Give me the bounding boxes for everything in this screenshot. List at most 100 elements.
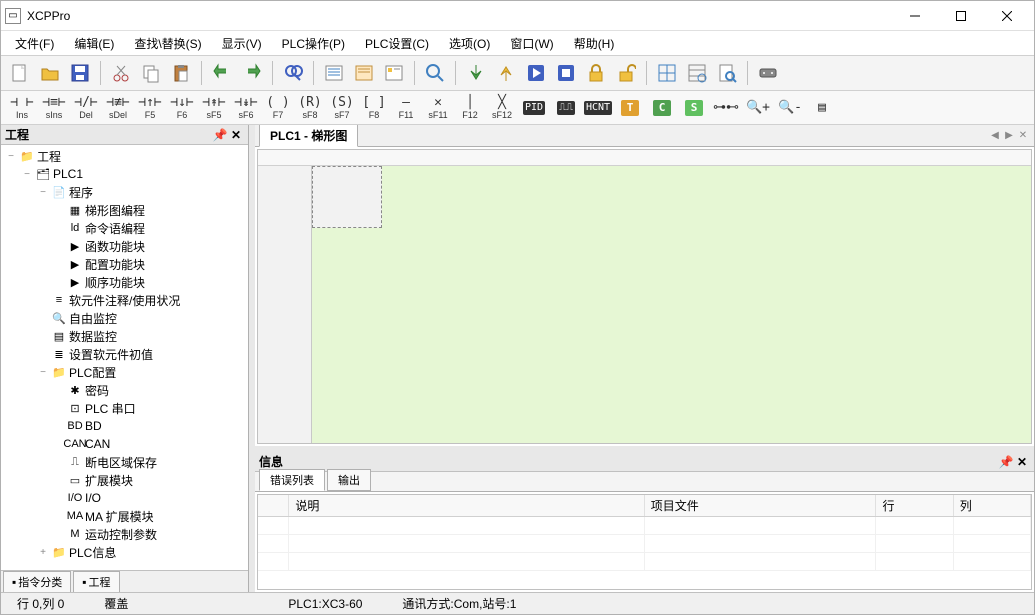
ladder-cursor[interactable] bbox=[312, 166, 382, 228]
save-file-button[interactable] bbox=[67, 60, 93, 86]
maximize-button[interactable] bbox=[938, 2, 984, 30]
tree-node[interactable]: −📁PLC配置 bbox=[1, 363, 248, 381]
tree-toggle-icon[interactable]: − bbox=[5, 151, 17, 162]
info-grid[interactable]: 说明项目文件行列 bbox=[257, 494, 1032, 590]
undo-button[interactable] bbox=[209, 60, 235, 86]
coil-button[interactable]: ( )F7 bbox=[263, 93, 293, 123]
open-file-button[interactable] bbox=[37, 60, 63, 86]
close-button[interactable] bbox=[984, 2, 1030, 30]
ladder-editor[interactable] bbox=[257, 149, 1032, 444]
rising-s-button[interactable]: ⊣↟⊢sF5 bbox=[199, 93, 229, 123]
unlock-button[interactable] bbox=[613, 60, 639, 86]
menu-0[interactable]: 文件(F) bbox=[5, 33, 64, 54]
no-contact-button[interactable]: ⊣ ⊢Ins bbox=[7, 93, 37, 123]
zoom-tool-button[interactable] bbox=[422, 60, 448, 86]
info-close-icon[interactable]: ✕ bbox=[1014, 455, 1030, 469]
lock-button[interactable] bbox=[583, 60, 609, 86]
pulse-block-button[interactable]: ⎍⎍ bbox=[551, 93, 581, 123]
tree-node[interactable]: +📁PLC信息 bbox=[1, 543, 248, 561]
tree-toggle-icon[interactable]: − bbox=[37, 367, 49, 378]
menu-3[interactable]: 显示(V) bbox=[212, 33, 272, 54]
tab-prev-icon[interactable]: ◀ bbox=[988, 130, 1002, 141]
hcnt-block-button[interactable]: HCNT bbox=[583, 93, 613, 123]
tree-node[interactable]: MAMA 扩展模块 bbox=[1, 507, 248, 525]
info-col-3[interactable]: 行 bbox=[876, 495, 953, 517]
list2-button[interactable] bbox=[351, 60, 377, 86]
cut-button[interactable] bbox=[108, 60, 134, 86]
t-block-button[interactable]: T bbox=[615, 93, 645, 123]
tree-node[interactable]: M运动控制参数 bbox=[1, 525, 248, 543]
info-tab-0[interactable]: 错误列表 bbox=[259, 469, 325, 491]
zoom-out-button[interactable]: 🔍- bbox=[775, 93, 805, 123]
pin-icon[interactable]: 📌 bbox=[212, 128, 228, 142]
tree-node[interactable]: ✱密码 bbox=[1, 381, 248, 399]
download-button[interactable] bbox=[463, 60, 489, 86]
menu-2[interactable]: 查找\替换(S) bbox=[124, 33, 211, 54]
document-tab[interactable]: PLC1 - 梯形图 bbox=[259, 125, 358, 147]
pid-block-button[interactable]: PID bbox=[519, 93, 549, 123]
run-button[interactable] bbox=[523, 60, 549, 86]
reset-coil-button[interactable]: (R)sF8 bbox=[295, 93, 325, 123]
tree-node[interactable]: CANCAN bbox=[1, 435, 248, 453]
hline-del-button[interactable]: ✕sF11 bbox=[423, 93, 453, 123]
doc-view-button[interactable]: ▤ bbox=[807, 93, 837, 123]
device-button[interactable] bbox=[755, 60, 781, 86]
menu-8[interactable]: 帮助(H) bbox=[564, 33, 625, 54]
tree-node[interactable]: ⊡PLC 串口 bbox=[1, 399, 248, 417]
info-tab-1[interactable]: 输出 bbox=[327, 469, 371, 491]
tree-node[interactable]: ⎍断电区域保存 bbox=[1, 453, 248, 471]
table-row[interactable] bbox=[258, 553, 1031, 571]
tree-node[interactable]: ≡软元件注释/使用状况 bbox=[1, 291, 248, 309]
tree-node[interactable]: −📄程序 bbox=[1, 183, 248, 201]
grid2-button[interactable] bbox=[684, 60, 710, 86]
upload-button[interactable] bbox=[493, 60, 519, 86]
tree-node[interactable]: ▶顺序功能块 bbox=[1, 273, 248, 291]
info-col-0[interactable] bbox=[258, 495, 289, 517]
tree-node[interactable]: −🗂PLC1 bbox=[1, 165, 248, 183]
tree-node[interactable]: ▭扩展模块 bbox=[1, 471, 248, 489]
copy-button[interactable] bbox=[138, 60, 164, 86]
func-button[interactable]: [ ]F8 bbox=[359, 93, 389, 123]
tree-node[interactable]: ld命令语编程 bbox=[1, 219, 248, 237]
table-row[interactable] bbox=[258, 535, 1031, 553]
vline-button[interactable]: │F12 bbox=[455, 93, 485, 123]
hline-button[interactable]: —F11 bbox=[391, 93, 421, 123]
tree-node[interactable]: ▤数据监控 bbox=[1, 327, 248, 345]
tab-next-icon[interactable]: ▶ bbox=[1002, 130, 1016, 141]
menu-6[interactable]: 选项(O) bbox=[439, 33, 500, 54]
tree-toggle-icon[interactable]: − bbox=[37, 187, 49, 198]
menu-1[interactable]: 编辑(E) bbox=[64, 33, 124, 54]
project-tab-0[interactable]: ▪指令分类 bbox=[3, 571, 71, 592]
tab-close-icon[interactable]: ✕ bbox=[1016, 130, 1030, 141]
tree-node[interactable]: ▶函数功能块 bbox=[1, 237, 248, 255]
list3-button[interactable] bbox=[381, 60, 407, 86]
paste-button[interactable] bbox=[168, 60, 194, 86]
no-contact-s-button[interactable]: ⊣≡⊢sIns bbox=[39, 93, 69, 123]
link-block-button[interactable]: ⊶⊷ bbox=[711, 93, 741, 123]
nc-contact-button[interactable]: ⊣/⊢Del bbox=[71, 93, 101, 123]
tree-node[interactable]: ▦梯形图编程 bbox=[1, 201, 248, 219]
project-tree[interactable]: −📁工程−🗂PLC1−📄程序▦梯形图编程ld命令语编程▶函数功能块▶配置功能块▶… bbox=[1, 145, 248, 570]
list1-button[interactable] bbox=[321, 60, 347, 86]
preview-button[interactable] bbox=[714, 60, 740, 86]
info-col-1[interactable]: 说明 bbox=[289, 495, 644, 517]
menu-7[interactable]: 窗口(W) bbox=[500, 33, 563, 54]
project-tab-1[interactable]: ▪工程 bbox=[73, 571, 119, 592]
new-file-button[interactable] bbox=[7, 60, 33, 86]
tree-node[interactable]: I/OI/O bbox=[1, 489, 248, 507]
info-col-4[interactable]: 列 bbox=[953, 495, 1030, 517]
rising-button[interactable]: ⊣↑⊢F5 bbox=[135, 93, 165, 123]
c-block-button[interactable]: C bbox=[647, 93, 677, 123]
tree-node[interactable]: −📁工程 bbox=[1, 147, 248, 165]
find-button[interactable] bbox=[280, 60, 306, 86]
stop-button[interactable] bbox=[553, 60, 579, 86]
vline-del-button[interactable]: ╳sF12 bbox=[487, 93, 517, 123]
minimize-button[interactable] bbox=[892, 2, 938, 30]
tree-node[interactable]: ≣设置软元件初值 bbox=[1, 345, 248, 363]
s-block-button[interactable]: S bbox=[679, 93, 709, 123]
nc-contact-s-button[interactable]: ⊣≢⊢sDel bbox=[103, 93, 133, 123]
grid1-button[interactable] bbox=[654, 60, 680, 86]
set-coil-button[interactable]: (S)sF7 bbox=[327, 93, 357, 123]
info-col-2[interactable]: 项目文件 bbox=[644, 495, 876, 517]
falling-s-button[interactable]: ⊣↡⊢sF6 bbox=[231, 93, 261, 123]
